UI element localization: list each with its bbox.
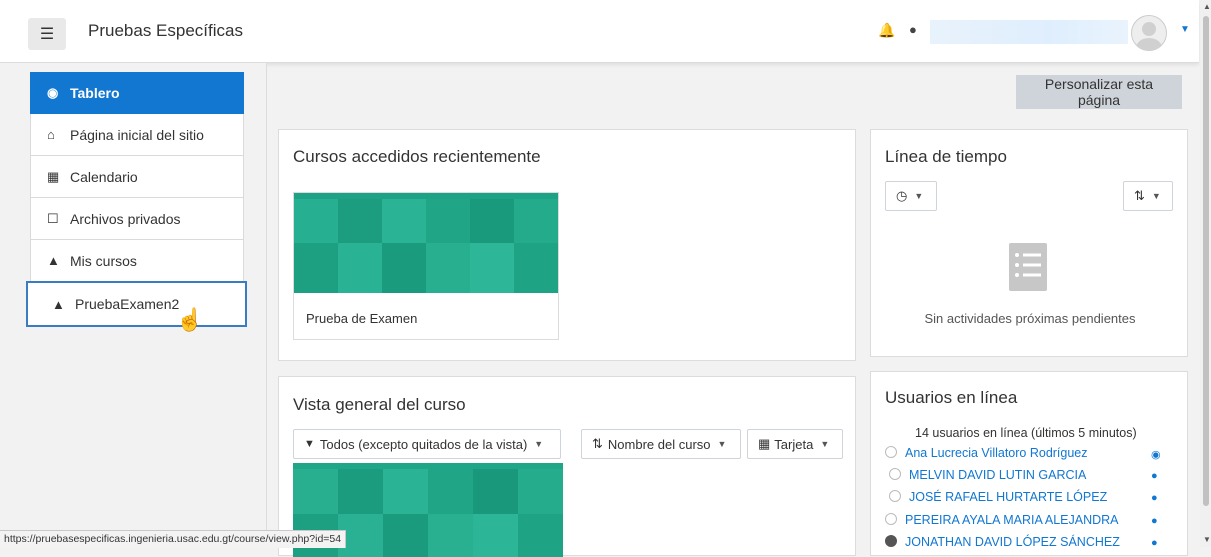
sidebar-item-dashboard[interactable]: ◉ Tablero: [30, 72, 244, 114]
grid-icon: ▦: [758, 436, 771, 451]
avatar[interactable]: [1131, 15, 1167, 51]
chevron-down-icon: ▼: [1151, 191, 1161, 201]
online-user[interactable]: MELVIN DAVID LUTIN GARCIA: [889, 468, 1086, 482]
course-card[interactable]: Prueba de Examen: [293, 192, 559, 340]
sidebar-item-course[interactable]: ▲ PruebaExamen2: [26, 281, 247, 327]
dashboard-icon: ◉: [47, 85, 59, 100]
chevron-down-icon: ▼: [717, 439, 727, 449]
online-user[interactable]: PEREIRA AYALA MARIA ALEJANDRA: [885, 513, 1119, 527]
course-name-link[interactable]: Prueba de Examen: [306, 311, 417, 326]
chevron-down-icon[interactable]: ▼: [1203, 535, 1211, 544]
empty-state-text: Sin actividades próximas pendientes: [924, 311, 1136, 326]
sort-dropdown[interactable]: ⇅ Nombre del curso ▼: [581, 429, 741, 459]
menu-toggle-button[interactable]: ☰: [28, 18, 66, 50]
card-title: Cursos accedidos recientemente: [293, 147, 541, 166]
timeline-filter-dropdown[interactable]: ◷ ▼: [885, 181, 937, 211]
user-avatar-icon: [885, 513, 897, 525]
eye-icon[interactable]: ◉: [1151, 448, 1161, 461]
hand-cursor-icon: ☝: [176, 307, 204, 332]
sidebar-item-label: PruebaExamen2: [75, 296, 180, 312]
recent-courses-card: Cursos accedidos recientemente Prueba de…: [278, 129, 856, 361]
hamburger-icon: ☰: [39, 26, 55, 43]
chat-icon[interactable]: ●: [909, 22, 917, 37]
message-icon[interactable]: ●: [1151, 537, 1158, 549]
graduation-cap-icon: ▲: [52, 296, 65, 312]
card-title: Línea de tiempo: [885, 147, 1007, 166]
online-summary: 14 usuarios en línea (últimos 5 minutos): [915, 426, 1137, 440]
card-title: Vista general del curso: [293, 395, 466, 414]
sort-icon: ⇅: [1134, 188, 1145, 203]
message-icon[interactable]: ●: [1151, 515, 1158, 527]
card-title: Usuarios en línea: [885, 388, 1018, 407]
timeline-sort-dropdown[interactable]: ⇅ ▼: [1123, 181, 1173, 211]
customize-page-button[interactable]: Personalizar esta página: [1016, 75, 1182, 109]
sidebar-item-label: Página inicial del sitio: [70, 126, 204, 143]
message-icon[interactable]: ●: [1151, 492, 1158, 504]
sidebar-item-private-files[interactable]: ☐ Archivos privados: [30, 198, 244, 240]
filter-dropdown[interactable]: ▼ Todos (excepto quitados de la vista) ▼: [293, 429, 561, 459]
home-icon: ⌂: [47, 127, 55, 142]
online-user[interactable]: JOSÉ RAFAEL HURTARTE LÓPEZ: [889, 490, 1107, 504]
sidebar-item-label: Tablero: [70, 85, 120, 101]
filter-icon: ▼: [304, 438, 315, 450]
sidebar-item-calendar[interactable]: ▦ Calendario: [30, 156, 244, 198]
chevron-down-icon: ▼: [820, 439, 830, 449]
online-user[interactable]: Ana Lucrecia Villatoro Rodríguez: [885, 446, 1088, 460]
top-navbar: ☰ Pruebas Específicas 🔔 ● ▼: [0, 0, 1199, 63]
online-users-card: Usuarios en línea 14 usuarios en línea (…: [870, 371, 1188, 556]
bell-icon[interactable]: 🔔: [878, 22, 895, 39]
sidebar-item-home[interactable]: ⌂ Página inicial del sitio: [30, 114, 244, 156]
calendar-icon: ▦: [47, 168, 60, 184]
status-bar-url: https://pruebasespecificas.ingenieria.us…: [0, 530, 347, 548]
user-avatar-icon: [889, 468, 901, 480]
list-icon: [1009, 243, 1049, 298]
user-avatar-icon: [885, 446, 897, 458]
view-label: Tarjeta: [774, 436, 814, 452]
sidebar-item-label: Archivos privados: [70, 210, 181, 227]
sidebar-item-my-courses[interactable]: ▲ Mis cursos: [30, 240, 244, 282]
user-avatar-icon: [885, 535, 897, 547]
chevron-up-icon[interactable]: ▲: [1203, 2, 1211, 11]
message-icon[interactable]: ●: [1151, 470, 1158, 482]
chevron-down-icon: ▼: [914, 191, 924, 201]
sort-label: Nombre del curso: [607, 436, 711, 452]
site-name[interactable]: Pruebas Específicas: [88, 21, 243, 41]
scrollbar-thumb[interactable]: [1203, 16, 1209, 506]
user-avatar-icon: [889, 490, 901, 502]
sidebar-item-label: Calendario: [70, 168, 138, 185]
user-name-redacted[interactable]: [930, 20, 1128, 44]
chevron-down-icon[interactable]: ▼: [1180, 24, 1190, 35]
view-dropdown[interactable]: ▦ Tarjeta ▼: [747, 429, 843, 459]
sort-icon: ⇅: [592, 436, 603, 451]
course-image[interactable]: [294, 193, 558, 293]
graduation-cap-icon: ▲: [47, 253, 60, 268]
filter-label: Todos (excepto quitados de la vista): [319, 436, 528, 452]
chevron-down-icon: ▼: [534, 439, 544, 449]
course-overview-card: Vista general del curso ▼ Todos (excepto…: [278, 376, 856, 557]
sidebar-item-label: Mis cursos: [70, 252, 137, 269]
clock-icon: ◷: [896, 188, 908, 203]
timeline-card: Línea de tiempo ◷ ▼ ⇅ ▼ Sin actividades …: [870, 129, 1188, 357]
file-icon: ☐: [47, 210, 59, 226]
